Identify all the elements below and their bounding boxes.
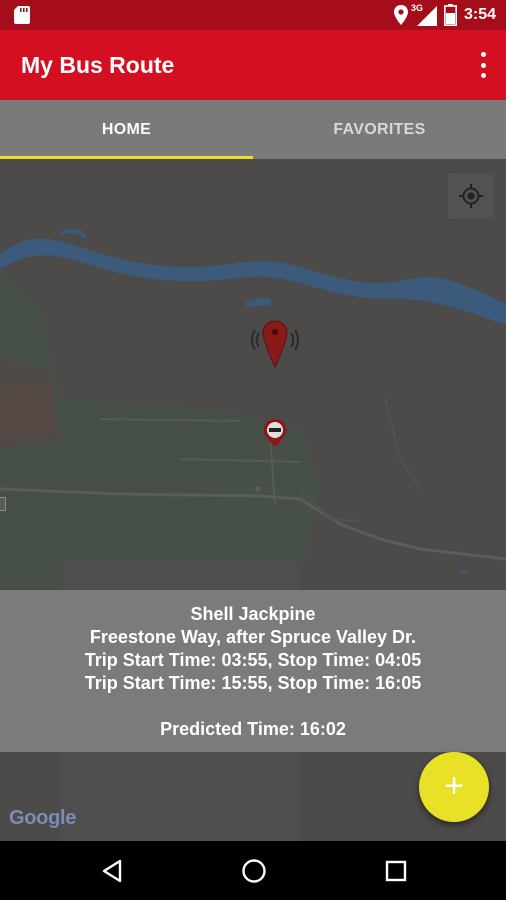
bus-stop-marker[interactable] [262,418,288,448]
google-attribution: Google [9,807,77,829]
location-icon [393,5,408,25]
stop-location: Freestone Way, after Spruce Valley Dr. [89,627,417,647]
recents-icon [385,860,407,881]
home-button[interactable] [224,841,284,900]
tab-favorites[interactable]: FAVORITES [253,100,506,159]
navigation-bar [0,841,506,900]
tab-bar: HOME FAVORITES [0,100,506,159]
status-bar: 3G 3:54 [0,0,506,30]
my-location-button[interactable] [448,173,494,219]
app-bar: My Bus Route [0,30,506,100]
add-button[interactable]: + [419,752,489,822]
add-icon: + [444,766,464,805]
predicted-time: Predicted Time: 16:02 [160,719,346,739]
home-icon [242,858,266,883]
recents-button[interactable] [366,841,426,900]
network-type-label: 3G [410,3,423,13]
stop-name: Shell Jackpine [190,604,316,624]
trip-time-2: Trip Start Time: 15:55, Stop Time: 16:05 [84,673,422,693]
tab-home[interactable]: HOME [0,100,253,159]
battery-icon [443,4,457,26]
stop-info-panel: Shell Jackpine Freestone Way, after Spru… [0,590,506,752]
bus-location-marker[interactable] [251,319,299,371]
trip-time-1: Trip Start Time: 03:55, Stop Time: 04:05 [84,650,422,670]
overflow-menu-icon[interactable] [478,52,488,78]
my-location-icon [459,184,483,208]
status-time: 3:54 [463,6,496,23]
back-button[interactable] [82,841,142,900]
google-logo: Google [9,807,76,830]
sd-card-icon [14,6,30,24]
signal-indicator: 3G [411,3,437,26]
map-edge-marker [0,497,6,511]
back-icon [102,859,122,882]
app-title: My Bus Route [21,52,175,78]
